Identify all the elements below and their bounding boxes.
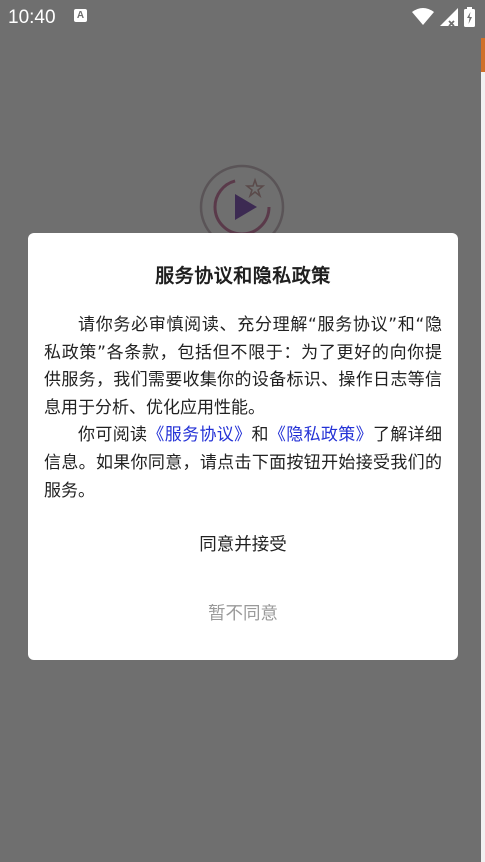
service-agreement-link[interactable]: 《服务协议》 xyxy=(147,425,251,445)
a-letter-icon: A xyxy=(74,9,87,22)
dialog-paragraph-2: 你可阅读《服务协议》和《隐私政策》了解详细信息。如果你同意，请点击下面按钮开始接… xyxy=(44,422,442,505)
status-bar: 10:40 A xyxy=(0,0,485,34)
dialog-title: 服务协议和隐私政策 xyxy=(155,265,331,287)
paragraph-2-prefix: 你可阅读 xyxy=(78,425,148,446)
privacy-policy-link[interactable]: 《隐私政策》 xyxy=(269,425,373,445)
decline-button[interactable]: 暂不同意 xyxy=(28,599,458,629)
signal-icon xyxy=(440,8,458,26)
battery-icon xyxy=(464,7,475,27)
background-edge xyxy=(481,72,485,862)
dialog-body: 请你务必审慎阅读、充分理解“服务协议”和“隐私政策”各条款，包括但不限于：为了更… xyxy=(44,312,442,505)
status-time: 10:40 xyxy=(8,7,56,28)
wifi-icon xyxy=(412,8,434,25)
agree-button[interactable]: 同意并接受 xyxy=(28,530,458,560)
status-icons xyxy=(412,7,475,27)
privacy-dialog: 服务协议和隐私政策 请你务必审慎阅读、充分理解“服务协议”和“隐私政策”各条款，… xyxy=(28,233,458,660)
and-text: 和 xyxy=(251,425,269,446)
background-accent xyxy=(481,38,485,72)
dialog-paragraph-1: 请你务必审慎阅读、充分理解“服务协议”和“隐私政策”各条款，包括但不限于：为了更… xyxy=(44,315,442,418)
